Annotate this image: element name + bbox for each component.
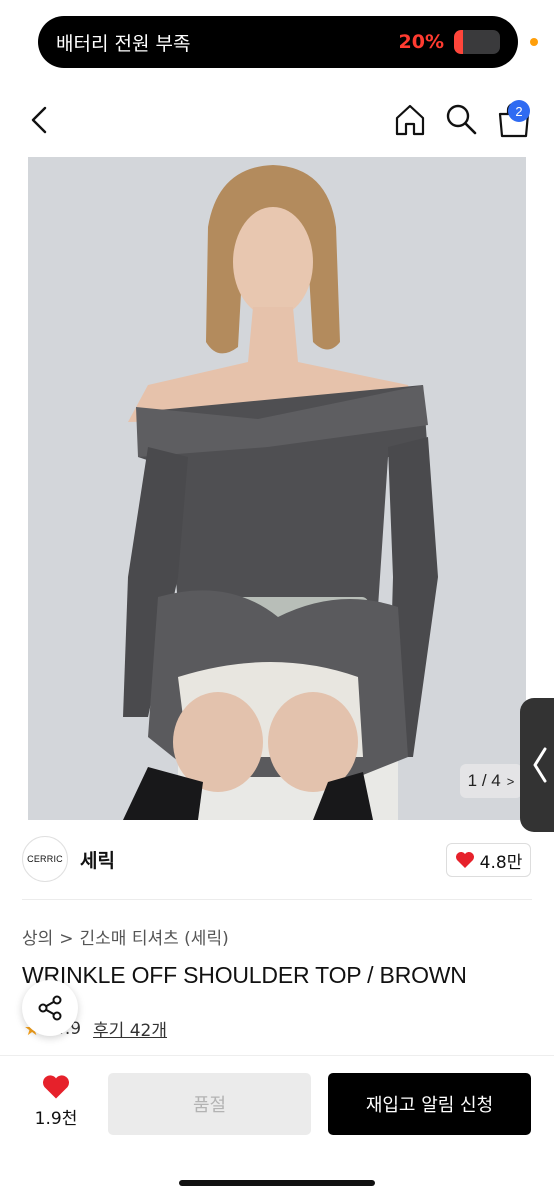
home-icon	[395, 104, 425, 136]
breadcrumb-item-subcategory[interactable]: 긴소매 티셔츠 (세릭)	[80, 929, 229, 949]
chevron-left-icon	[533, 747, 547, 783]
review-count-link[interactable]: 후기 42개	[93, 1016, 167, 1041]
back-arrow-icon	[31, 106, 47, 134]
brand-like-count: 4.8만	[479, 852, 523, 873]
share-button[interactable]	[22, 980, 78, 1036]
heart-icon	[455, 852, 474, 868]
model-photo	[28, 157, 526, 820]
restock-alert-button[interactable]: 재입고 알림 신청	[328, 1073, 531, 1135]
side-drawer-tab[interactable]	[520, 698, 554, 832]
breadcrumb: 상의 > 긴소매 티셔츠 (세릭)	[22, 924, 235, 949]
heart-icon	[43, 1075, 69, 1099]
product-image[interactable]	[28, 157, 526, 820]
divider	[22, 899, 532, 900]
favorite-count: 1.9천	[34, 1109, 78, 1129]
chevron-right-icon: >	[59, 929, 74, 949]
share-icon	[38, 995, 62, 1021]
battery-alert-text: 배터리 전원 부족	[56, 32, 191, 55]
brand-name[interactable]: 세릭	[80, 846, 115, 873]
soldout-button[interactable]: 품절	[108, 1073, 311, 1135]
chevron-right-icon: >	[506, 773, 515, 789]
home-indicator[interactable]	[179, 1180, 375, 1186]
search-icon	[446, 104, 477, 135]
brand-like-button[interactable]: 4.8만	[446, 843, 531, 877]
image-counter-text: 1 / 4	[467, 771, 501, 790]
search-button[interactable]	[444, 102, 478, 136]
image-counter[interactable]: 1 / 4 >	[460, 764, 522, 798]
brand-logo-text: CERRIC	[27, 854, 63, 864]
cart-count-badge: 2	[508, 100, 530, 122]
favorite-button[interactable]: 1.9천	[26, 1074, 86, 1134]
breadcrumb-item-category[interactable]: 상의	[22, 929, 53, 949]
home-button[interactable]	[392, 102, 428, 138]
back-button[interactable]	[26, 104, 56, 136]
battery-percent: 20%	[398, 31, 444, 53]
product-title: WRINKLE OFF SHOULDER TOP / BROWN	[22, 962, 467, 988]
brand-logo[interactable]: CERRIC	[22, 836, 68, 882]
battery-icon	[454, 30, 500, 54]
privacy-indicator-dot	[530, 38, 538, 46]
battery-alert-banner: 배터리 전원 부족 20%	[38, 16, 518, 68]
